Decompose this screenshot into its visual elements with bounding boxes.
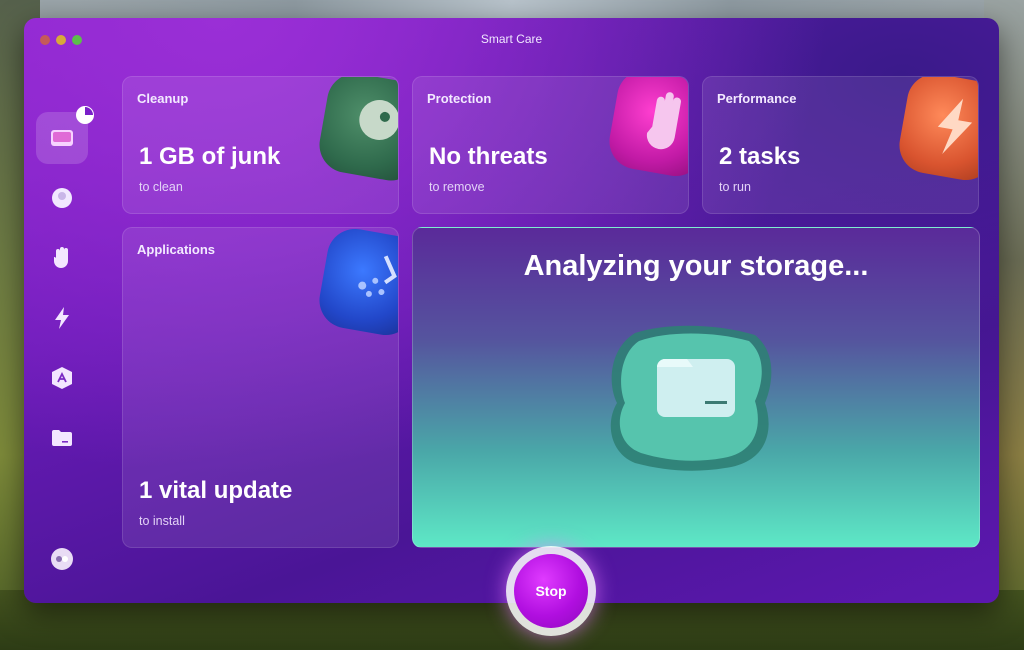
cleanup-label: Cleanup (137, 91, 189, 106)
performance-sub: to run (719, 180, 751, 194)
cleanup-icon (51, 130, 73, 146)
sidebar-item-files[interactable] (36, 412, 88, 464)
protection-illustration (605, 77, 688, 181)
storage-analysis-panel: Analyzing your storage... (412, 227, 980, 548)
assistant-icon (51, 548, 73, 570)
stop-button-ring: Stop (506, 546, 596, 636)
hand-icon (646, 92, 681, 150)
applications-illustration (315, 228, 398, 340)
cleanup-card[interactable]: Cleanup 1 GB of junk to clean (122, 76, 399, 214)
performance-label: Performance (717, 91, 797, 106)
protection-disc-icon (52, 188, 72, 208)
protection-card[interactable]: Protection No threats to remove (412, 76, 689, 214)
applications-sub: to install (139, 514, 185, 528)
protection-label: Protection (427, 91, 492, 106)
cleanup-sub: to clean (139, 180, 183, 194)
folder-icon (52, 430, 72, 446)
protection-value: No threats (429, 143, 548, 170)
title-bar: Smart Care (24, 18, 999, 58)
apps-icon (358, 255, 397, 297)
sidebar-item-cleanup[interactable] (36, 172, 88, 224)
stop-button[interactable]: Stop (514, 554, 588, 628)
protection-sub: to remove (429, 180, 485, 194)
performance-value: 2 tasks (719, 143, 801, 170)
sidebar-item-applications[interactable] (36, 352, 88, 404)
apps-icon (52, 367, 72, 389)
sidebar-item-protection[interactable] (36, 232, 88, 284)
cleanup-illustration (315, 77, 398, 185)
applications-label: Applications (137, 242, 216, 257)
cleanup-value: 1 GB of junk (139, 143, 281, 170)
applications-value: 1 vital update (139, 477, 293, 504)
analysis-title: Analyzing your storage... (523, 250, 869, 282)
hand-icon (54, 247, 68, 268)
sidebar (36, 106, 94, 588)
sidebar-item-performance[interactable] (36, 292, 88, 344)
performance-card[interactable]: Performance 2 tasks to run (702, 76, 979, 214)
disc-icon (359, 99, 398, 140)
bolt-icon (55, 307, 69, 329)
sidebar-item-smart-care[interactable] (36, 106, 94, 164)
storage-folder-illustration (610, 325, 772, 471)
applications-card[interactable]: Applications 1 vital update to install (122, 227, 399, 548)
sidebar-item-assistant[interactable] (36, 533, 88, 585)
window-title: Smart Care (480, 32, 543, 46)
scan-progress-ring (76, 106, 94, 124)
app-window: Smart Care Cleanup 1 GB of junk to clean… (24, 18, 999, 603)
performance-illustration (895, 77, 978, 185)
bolt-icon (937, 98, 973, 154)
